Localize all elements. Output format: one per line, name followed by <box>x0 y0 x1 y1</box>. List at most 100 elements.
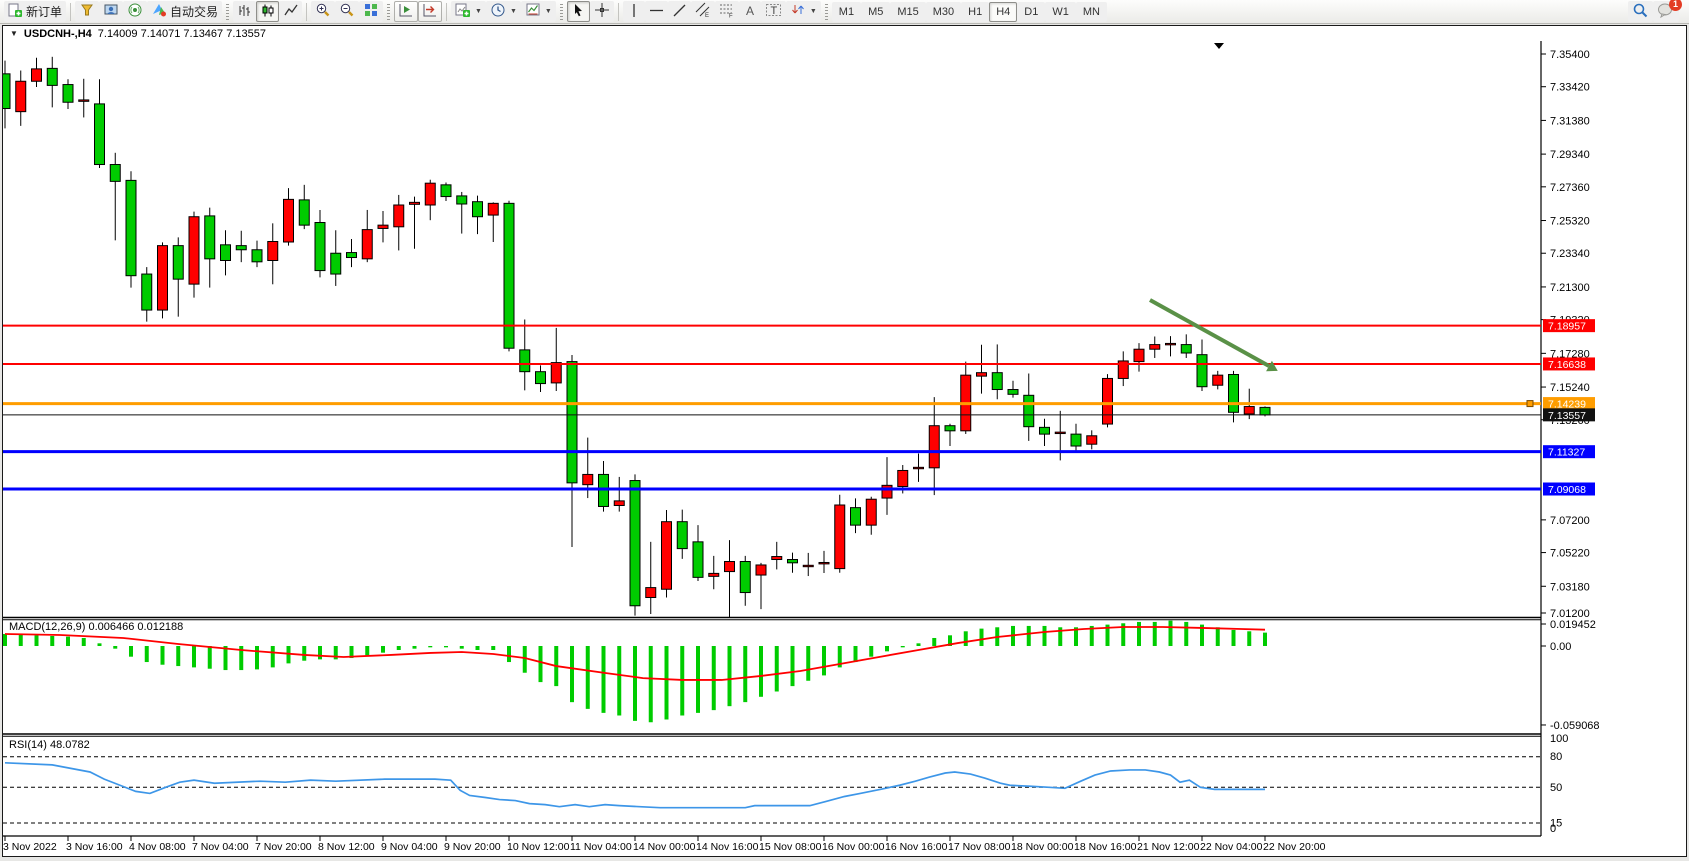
y-axis-label: 7.23340 <box>1550 248 1590 260</box>
candle-body <box>756 565 766 575</box>
tile-windows-button[interactable] <box>359 1 383 22</box>
candle-body <box>488 203 498 215</box>
separator <box>446 3 447 21</box>
arrows-tool-button[interactable]: ▼ <box>786 1 821 22</box>
candle-body <box>394 205 404 227</box>
text-tool-button[interactable]: A <box>739 1 761 22</box>
y-axis-label: 7.15240 <box>1550 382 1590 394</box>
autotrade-button[interactable]: 自动交易 <box>147 1 222 22</box>
candle-body <box>866 499 876 525</box>
chart-shift-button[interactable] <box>418 1 442 22</box>
candle-body <box>79 100 89 101</box>
price-badge-label: 7.16638 <box>1548 359 1586 371</box>
chart-shift-icon <box>422 2 438 21</box>
candle-body <box>173 246 183 280</box>
chart-canvas[interactable]: 7.354007.334207.313807.293407.273607.253… <box>3 41 1686 854</box>
shift-marker-icon <box>1214 43 1224 49</box>
bar-chart-icon <box>237 3 252 21</box>
chart-title-row: ▼ USDCNH-,H4 7.14009 7.14071 7.13467 7.1… <box>3 26 1686 41</box>
window-menu-icon[interactable]: ▼ <box>10 29 18 38</box>
macd-scale-label: 0.00 <box>1550 641 1571 653</box>
vertical-line-button[interactable] <box>623 1 645 22</box>
timeframe-mn[interactable]: MN <box>1076 2 1107 22</box>
horizontal-line-button[interactable] <box>645 1 668 22</box>
candle-body <box>126 180 136 275</box>
text-label-button[interactable]: T <box>761 1 786 22</box>
new-order-button[interactable]: 新订单 <box>4 1 66 22</box>
x-axis-label: 7 Nov 20:00 <box>255 841 312 853</box>
candle-body <box>16 81 26 111</box>
candle-body <box>3 74 10 109</box>
auto-scroll-button[interactable] <box>394 1 418 22</box>
candle-body <box>630 481 640 606</box>
candle-body <box>1055 432 1065 433</box>
candle-body <box>709 573 719 576</box>
bar-chart-button[interactable] <box>233 1 256 22</box>
horizontal-lines <box>3 326 1541 489</box>
zoom-out-icon <box>339 2 355 21</box>
candle-body <box>378 225 388 228</box>
templates-icon <box>525 2 541 21</box>
autotrade-icon <box>151 2 167 21</box>
candle-body <box>835 505 845 569</box>
data-window-button[interactable] <box>99 1 123 22</box>
trendline-button[interactable] <box>668 1 691 22</box>
candlestick-chart-button[interactable] <box>256 1 279 22</box>
rsi-pane: RSI(14) 48.07821008050150 <box>3 733 1568 835</box>
fibonacci-button[interactable]: F <box>715 1 739 22</box>
candle-body <box>142 274 152 310</box>
x-axis-label: 22 Nov 20:00 <box>1263 841 1326 853</box>
timeframe-m5[interactable]: M5 <box>861 2 890 22</box>
toolbar-drag-handle[interactable] <box>226 4 229 20</box>
candle-body <box>299 200 309 225</box>
timeframe-w1[interactable]: W1 <box>1045 2 1076 22</box>
candle-body <box>1244 407 1254 414</box>
signals-button[interactable] <box>123 1 147 22</box>
toolbar-drag-handle[interactable] <box>560 4 563 20</box>
zoom-out-button[interactable] <box>335 1 359 22</box>
svg-text:A: A <box>746 4 754 18</box>
candle-body <box>803 565 813 566</box>
templates-button[interactable]: ▼ <box>521 1 556 22</box>
notifications-button[interactable]: 1 <box>1653 1 1679 22</box>
y-axis-label: 7.31380 <box>1550 115 1590 127</box>
toolbar-drag-handle[interactable] <box>825 4 828 20</box>
x-axis-label: 22 Nov 04:00 <box>1200 841 1263 853</box>
candle-body <box>1087 436 1097 444</box>
candle-body <box>551 363 561 383</box>
rsi-scale-label: 100 <box>1550 733 1568 745</box>
timeframe-m1[interactable]: M1 <box>832 2 861 22</box>
new-order-label: 新订单 <box>26 3 62 20</box>
toolbar-drag-handle[interactable] <box>387 4 390 20</box>
line-chart-button[interactable] <box>279 1 302 22</box>
candle-body <box>1071 434 1081 446</box>
arrow-annotation[interactable] <box>1150 300 1278 371</box>
x-axis-label: 3 Nov 2022 <box>3 841 57 853</box>
candle-body <box>473 202 483 217</box>
candles <box>3 57 1270 618</box>
equidistant-channel-button[interactable]: E <box>691 1 715 22</box>
timeframe-d1[interactable]: D1 <box>1017 2 1045 22</box>
x-axis-label: 16 Nov 16:00 <box>885 841 948 853</box>
candlestick-chart-icon <box>260 3 275 21</box>
search-button[interactable] <box>1628 1 1653 22</box>
candle-body <box>457 196 467 204</box>
candle-body <box>882 485 892 498</box>
zoom-in-button[interactable] <box>311 1 335 22</box>
rsi-label: RSI(14) 48.0782 <box>9 739 90 751</box>
market-watch-button[interactable] <box>75 1 99 22</box>
cursor-button[interactable] <box>567 1 590 22</box>
timeframe-m30[interactable]: M30 <box>926 2 961 22</box>
timeframe-h4[interactable]: H4 <box>989 2 1017 22</box>
timeframe-h1[interactable]: H1 <box>961 2 989 22</box>
candle-body <box>362 230 372 259</box>
y-axis-label: 7.05220 <box>1550 548 1590 560</box>
candle-body <box>1166 343 1176 344</box>
new-chart-button[interactable]: ▼ <box>451 1 486 22</box>
crosshair-icon <box>594 2 610 21</box>
crosshair-button[interactable] <box>590 1 614 22</box>
x-axis-label: 14 Nov 00:00 <box>633 841 696 853</box>
periods-button[interactable]: ▼ <box>486 1 521 22</box>
rsi-scale-label: 80 <box>1550 751 1562 763</box>
timeframe-m15[interactable]: M15 <box>890 2 925 22</box>
